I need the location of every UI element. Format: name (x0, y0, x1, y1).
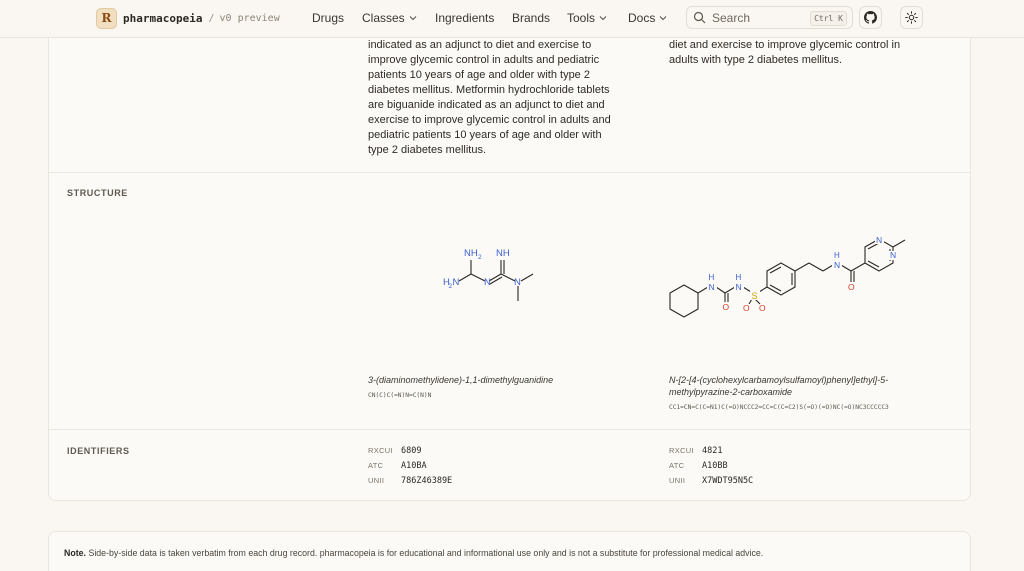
identifier-rxcui-right: RXCUI 4821 (669, 446, 722, 456)
identifier-unii-left: UNII 786Z46389E (368, 476, 452, 486)
search-shortcut-hint: Ctrl K (810, 11, 847, 26)
structure-name-left: 3-(diaminomethylidene)-1,1-dimethylguani… (368, 375, 554, 385)
nav-brands[interactable]: Brands (512, 11, 550, 25)
disclaimer-note: Note. Side-by-side data is taken verbati… (48, 531, 971, 571)
identifier-key: RXCUI (368, 446, 393, 455)
github-icon (864, 11, 877, 24)
indication-text-left: indicated as an adjunct to diet and exer… (368, 39, 611, 156)
identifier-value[interactable]: A10BB (702, 461, 728, 471)
identifier-rxcui-left: RXCUI 6809 (368, 446, 421, 456)
search-icon (693, 11, 706, 24)
atom-label: H (709, 273, 715, 282)
theme-toggle-button[interactable] (900, 6, 923, 29)
structure-section-label: STRUCTURE (67, 188, 128, 198)
identifier-atc-left: ATC A10BA (368, 461, 427, 471)
smiles-left: CN(C)C(=N)N=C(N)N (368, 392, 432, 399)
disclaimer-text: Note. Side-by-side data is taken verbati… (64, 548, 763, 558)
comparison-card: indicated as an adjunct to diet and exer… (48, 10, 971, 501)
row-divider (49, 429, 970, 430)
chevron-down-icon (409, 16, 417, 21)
atom-label: 2 (478, 254, 482, 261)
nav-tools[interactable]: Tools (567, 11, 607, 25)
identifiers-section-label: IDENTIFIERS (67, 446, 130, 456)
version-label: v0 preview (219, 12, 280, 24)
atom-label: O (759, 303, 766, 313)
github-button[interactable] (859, 6, 882, 29)
identifier-unii-right: UNII X7WDT95N5C (669, 476, 753, 486)
nav-classes-label: Classes (362, 11, 405, 25)
identifier-key: UNII (669, 476, 686, 485)
note-body: Side-by-side data is taken verbatim from… (88, 548, 764, 558)
atom-label: O (743, 303, 750, 313)
atom-label: O (723, 302, 730, 312)
metformin-structure-diagram: H 2 N NH 2 N NH N (443, 248, 534, 301)
structure-name-right: N-[2-[4-(cyclohexylcarbamoylsulfamoyl)ph… (669, 375, 889, 397)
atom-label: O (848, 282, 855, 292)
chevron-down-icon (659, 16, 667, 21)
nav-tools-label: Tools (567, 11, 596, 25)
brand-logo: R (96, 7, 117, 29)
chevron-down-icon (599, 16, 607, 21)
atom-label: N (453, 277, 460, 288)
nav-docs-label: Docs (628, 11, 656, 25)
identifier-key: RXCUI (669, 446, 694, 455)
glipizide-structure-diagram: H N O H N S O O H N O N N (669, 236, 906, 318)
atom-label: NH (464, 248, 478, 259)
nav-docs[interactable]: Docs (628, 11, 667, 25)
note-bold-label: Note. (64, 548, 86, 558)
brand-home-link[interactable]: R pharmacopeia / v0 preview (96, 7, 280, 29)
atom-label: S (752, 291, 758, 301)
top-nav-bar: R pharmacopeia / v0 preview Drugs Classe… (0, 0, 1024, 38)
atom-label: H (834, 251, 840, 260)
atom-label: H (736, 273, 742, 282)
brand-separator: / (208, 12, 215, 24)
atom-label: N (890, 250, 896, 260)
atom-label: N (736, 282, 742, 292)
nav-brands-label: Brands (512, 11, 551, 25)
nav-classes[interactable]: Classes (362, 11, 417, 25)
identifier-value[interactable]: 6809 (401, 446, 421, 456)
identifier-key: UNII (368, 476, 385, 485)
identifier-value[interactable]: A10BA (401, 461, 427, 471)
atom-label: N (834, 260, 840, 270)
nav-ingredients-label: Ingredients (435, 11, 495, 25)
identifier-value[interactable]: 4821 (702, 446, 722, 456)
atom-label: N (514, 277, 521, 288)
sun-icon (905, 11, 918, 24)
identifier-key: ATC (368, 461, 384, 470)
atom-label: N (484, 277, 491, 288)
row-divider (49, 172, 970, 173)
brand-name: pharmacopeia (123, 11, 203, 25)
smiles-right: CC1=CN=C(C=N1)C(=O)NCCC2=CC=C(C=C2)S(=O)… (669, 404, 889, 411)
search-input[interactable]: Search Ctrl K (686, 6, 853, 29)
indication-text-right: diet and exercise to improve glycemic co… (669, 39, 901, 66)
atom-label: N (876, 236, 882, 245)
atom-label: N (709, 282, 715, 292)
nav-ingredients[interactable]: Ingredients (435, 11, 494, 25)
nav-drugs-label: Drugs (312, 11, 345, 25)
identifier-value[interactable]: 786Z46389E (401, 476, 452, 486)
nav-drugs[interactable]: Drugs (312, 11, 344, 25)
identifier-atc-right: ATC A10BB (669, 461, 728, 471)
identifier-key: ATC (669, 461, 685, 470)
atom-label: NH (496, 248, 510, 259)
search-placeholder: Search (712, 10, 751, 25)
identifier-value[interactable]: X7WDT95N5C (702, 476, 753, 486)
